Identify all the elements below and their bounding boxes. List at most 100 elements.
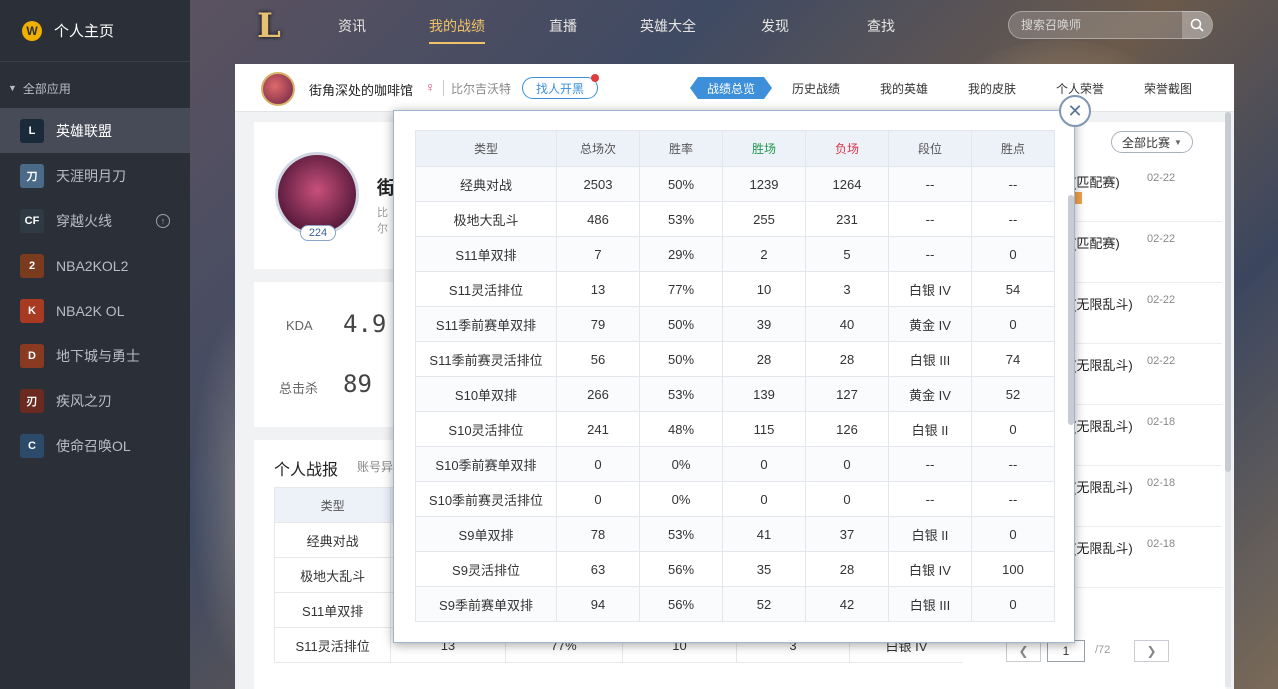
tab-history[interactable]: 历史战绩 [792, 80, 840, 97]
profile-avatar[interactable] [275, 152, 359, 236]
nav-heroes[interactable]: 英雄大全 [640, 16, 696, 36]
chevron-right-icon: ❯ [1146, 644, 1157, 658]
table-cell: 40 [805, 306, 889, 342]
table-cell: 63 [556, 551, 640, 587]
stats-card: KDA 4.9 总击杀 89 [254, 282, 394, 427]
pager-prev-button[interactable]: ❮ [1006, 640, 1041, 662]
nav-news[interactable]: 资讯 [338, 16, 366, 36]
table-cell: 白银 III [888, 341, 972, 377]
list-item[interactable]: (无限乱斗) 02-18 [1072, 528, 1222, 588]
table-cell: 56% [639, 586, 723, 622]
sidebar-item[interactable]: 2 NBA2KOL2 [0, 243, 190, 288]
search-button[interactable] [1182, 11, 1212, 39]
match-date: 02-18 [1147, 477, 1176, 489]
list-item[interactable]: (无限乱斗) 02-22 [1072, 284, 1222, 344]
close-popup-button[interactable]: ✕ [1059, 95, 1091, 127]
list-item[interactable]: (无限乱斗) 02-18 [1072, 406, 1222, 466]
list-item[interactable]: (无限乱斗) 02-22 [1072, 345, 1222, 405]
tab-honors[interactable]: 个人荣誉 [1056, 80, 1104, 97]
nav-search[interactable]: 查找 [867, 16, 895, 36]
sidebar-item[interactable]: 刃疾风之刃 [0, 378, 190, 423]
table-cell: 54 [971, 271, 1055, 307]
table-row: S9单双排 78 53% 41 37 白银 II 0 [415, 516, 1055, 552]
sidebar-item[interactable]: 刀天涯明月刀 [0, 153, 190, 198]
sidebar-home-label: 个人主页 [54, 23, 115, 40]
table-cell: 0 [971, 586, 1055, 622]
table-row: 经典对战 2503 50% 1239 1264 -- -- [415, 166, 1055, 202]
tab-my-skins[interactable]: 我的皮肤 [968, 80, 1016, 97]
sidebar-item[interactable]: C 使命召唤OL [0, 423, 190, 468]
match-date: 02-22 [1147, 172, 1176, 184]
kills-label: 总击杀 [279, 381, 319, 396]
update-icon[interactable]: ↑ [156, 213, 170, 228]
sidebar-item[interactable]: K NBA2K OL [0, 288, 190, 333]
table-cell: 139 [722, 376, 806, 412]
table-cell: 52 [971, 376, 1055, 412]
match-filter-dropdown[interactable]: 全部比赛 ▼ [1111, 131, 1193, 153]
search-input[interactable] [1021, 16, 1171, 34]
match-type: (无限乱斗) [1072, 480, 1133, 495]
scrollbar-thumb[interactable] [1225, 112, 1231, 472]
table-cell: 241 [556, 411, 640, 447]
table-cell: 127 [805, 376, 889, 412]
table-cell: S11灵活排位 [273, 627, 392, 663]
avatar[interactable] [261, 72, 295, 106]
table-cell: S11单双排 [273, 592, 392, 628]
sidebar-item-label: 使命召唤OL [56, 437, 131, 454]
table-cell: 74 [971, 341, 1055, 377]
table-header-cell: 负场 [805, 130, 889, 167]
record-table: 类型 总场次 胜率 胜场 负场 段位 胜点 经典对战 2503 50% 1239 1264 -- -- 极地… [415, 130, 1055, 622]
table-cell: 42 [805, 586, 889, 622]
nav-discover[interactable]: 发现 [761, 16, 789, 36]
tab-overview[interactable]: 战绩总览 [690, 77, 772, 99]
table-header-cell: 胜点 [971, 130, 1055, 167]
table-cell: S10单双排 [415, 376, 557, 412]
table-cell: 50% [639, 166, 723, 202]
sidebar-item-label: 英雄联盟 [56, 122, 112, 139]
table-cell: S11单双排 [415, 236, 557, 272]
sidebar-home[interactable]: W 个人主页 [0, 0, 190, 62]
game-icon: 刀 [20, 163, 44, 188]
list-item[interactable]: (无限乱斗) 02-18 [1072, 467, 1222, 527]
table-cell: S10季前赛灵活排位 [415, 481, 557, 517]
table-cell: 0 [556, 446, 640, 482]
list-item[interactable]: (匹配赛) 02-22 [1072, 223, 1222, 283]
table-cell: S10灵活排位 [415, 411, 557, 447]
table-cell: 白银 II [888, 411, 972, 447]
table-cell: 255 [722, 201, 806, 237]
table-row: S10灵活排位 241 48% 115 126 白银 II 0 [415, 411, 1055, 447]
report-title: 个人战报 [274, 462, 339, 479]
sidebar-item[interactable]: CF 穿越火线 ↑ [0, 198, 190, 243]
pager-current-page[interactable]: 1 [1047, 640, 1085, 662]
tab-my-heroes[interactable]: 我的英雄 [880, 80, 928, 97]
pager-next-button[interactable]: ❯ [1134, 640, 1169, 662]
sidebar-item[interactable]: D 地下城与勇士 [0, 333, 190, 378]
table-cell: 0 [805, 481, 889, 517]
list-item[interactable]: (匹配赛) 02-22 [1072, 162, 1222, 222]
table-cell: 白银 III [888, 586, 972, 622]
table-cell: 39 [722, 306, 806, 342]
game-icon: D [20, 343, 44, 368]
sidebar-item[interactable]: L 英雄联盟 [0, 108, 190, 153]
find-teammates-button[interactable]: 找人开黑 [522, 74, 599, 99]
tab-honor-screenshots[interactable]: 荣誉截图 [1144, 80, 1192, 97]
table-cell: 1239 [722, 166, 806, 202]
popup-scrollbar-thumb[interactable] [1068, 195, 1074, 425]
nav-my-record[interactable]: 我的战绩 [429, 16, 485, 44]
nav-live[interactable]: 直播 [549, 16, 577, 36]
table-cell: S9单双排 [415, 516, 557, 552]
table-cell: 29% [639, 236, 723, 272]
table-header-cell: 段位 [888, 130, 972, 167]
server-name: 比尔吉沃特 [451, 82, 512, 96]
table-row: S11单双排 7 29% 2 5 -- 0 [415, 236, 1055, 272]
match-date: 02-22 [1147, 355, 1176, 367]
search-icon [1190, 18, 1204, 32]
lol-logo-icon[interactable]: L [252, 6, 286, 46]
table-cell: 79 [556, 306, 640, 342]
sidebar-section-all-apps[interactable]: ▼ 全部应用 [0, 68, 190, 108]
table-cell: S9季前赛单双排 [415, 586, 557, 622]
table-row: S11季前赛单双排 79 50% 39 40 黄金 IV 0 [415, 306, 1055, 342]
page-scrollbar[interactable] [1225, 112, 1231, 687]
table-row: S10季前赛单双排 0 0% 0 0 -- -- [415, 446, 1055, 482]
table-cell: 41 [722, 516, 806, 552]
